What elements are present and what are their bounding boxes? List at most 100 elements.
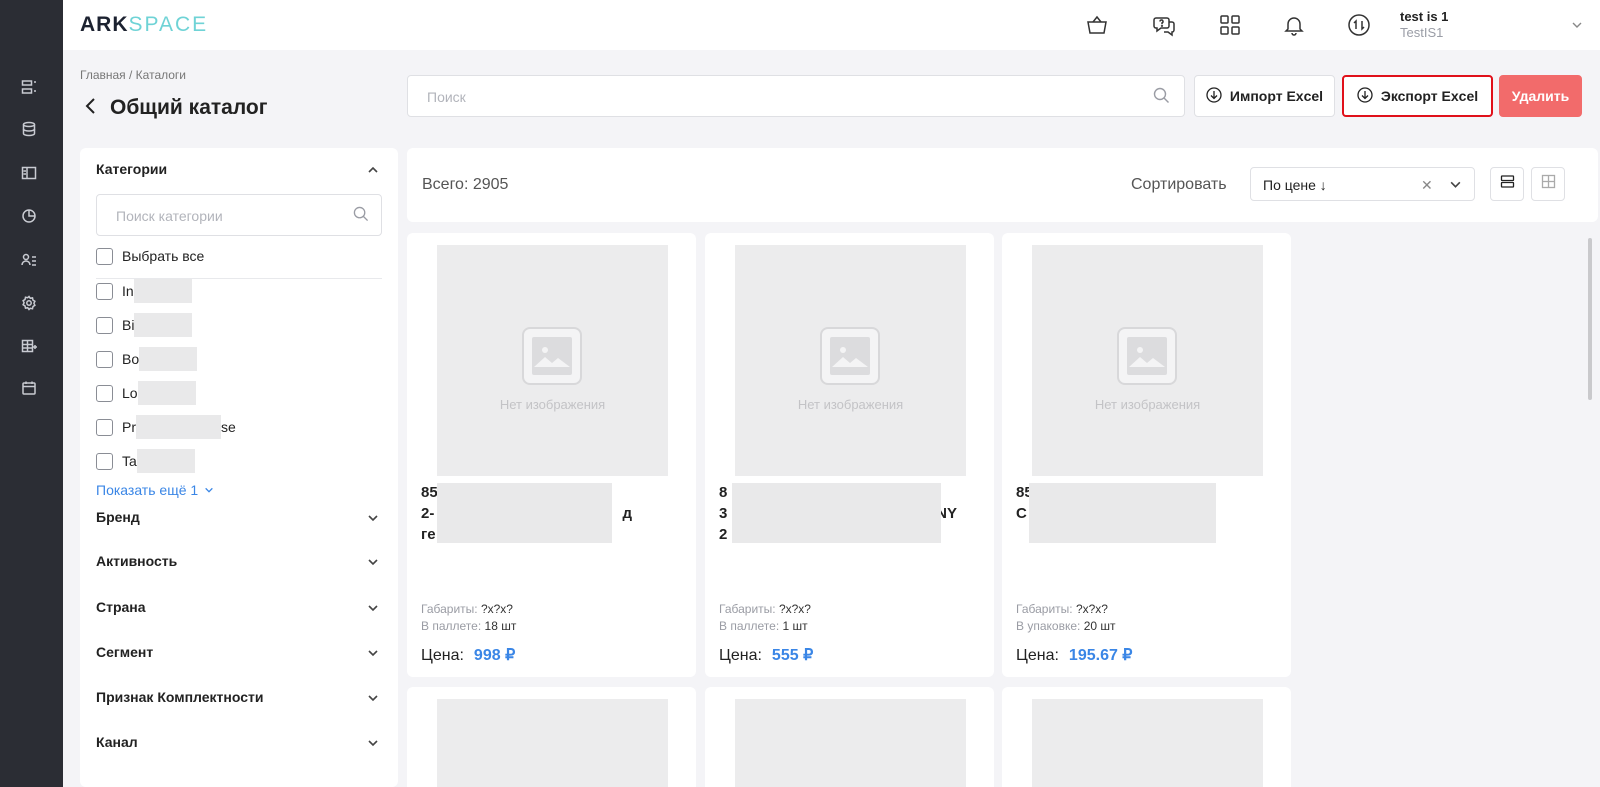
category-item[interactable]: Ta (96, 449, 195, 473)
clear-icon[interactable]: ✕ (1421, 177, 1433, 194)
back-arrow-icon[interactable] (84, 97, 98, 120)
category-search-placeholder: Поиск категории (116, 208, 223, 224)
product-card[interactable] (1002, 687, 1291, 787)
show-more-label: Показать ещё 1 (96, 482, 199, 498)
checkbox[interactable] (96, 384, 113, 402)
analytics-icon[interactable] (19, 206, 39, 226)
top-header: ARKSPACE test is 1 TestIS1 (63, 0, 1600, 50)
dims-value: ?x?x? (1075, 602, 1108, 616)
user-name[interactable]: test is 1 (1400, 9, 1448, 24)
redacted-block (136, 415, 221, 439)
chevron-down-icon[interactable] (367, 511, 381, 525)
category-item-label: Ta (122, 453, 137, 469)
grid-view-icon (1541, 174, 1556, 194)
category-item-label: Pr (122, 419, 136, 435)
chevron-down-icon[interactable] (367, 601, 381, 615)
product-card[interactable]: Нет изображения 8 3 NY 2 Габариты: ?x?x? … (705, 233, 994, 677)
basket-icon[interactable] (1083, 11, 1111, 39)
product-image-placeholder (1032, 699, 1263, 787)
checkbox[interactable] (96, 452, 113, 470)
chevron-down-icon[interactable] (367, 555, 381, 569)
checkbox[interactable] (96, 418, 113, 436)
pack-label: В паллете: (719, 619, 780, 633)
settings-icon[interactable] (19, 293, 39, 313)
import-excel-button[interactable]: Импорт Excel (1194, 75, 1335, 117)
product-image-placeholder (437, 699, 668, 787)
checkbox[interactable] (96, 247, 113, 265)
search-icon[interactable] (353, 206, 369, 227)
show-more-link[interactable]: Показать ещё 1 (96, 482, 214, 498)
scrollbar-thumb[interactable] (1588, 238, 1592, 400)
export-excel-button[interactable]: Экспорт Excel (1342, 75, 1493, 117)
product-name-tail: д (622, 505, 632, 522)
bell-icon[interactable] (1280, 11, 1308, 39)
checkbox[interactable] (96, 282, 113, 300)
help-chat-icon[interactable] (1150, 11, 1178, 39)
sync-icon[interactable] (1345, 11, 1373, 39)
product-image-placeholder (735, 699, 966, 787)
delete-button[interactable]: Удалить (1499, 75, 1582, 117)
chevron-down-icon[interactable] (367, 736, 381, 750)
category-item-suffix: se (221, 419, 236, 435)
category-item[interactable]: Bo (96, 347, 198, 371)
category-item-label: Bo (122, 351, 140, 367)
category-item[interactable]: Pr se (96, 415, 236, 439)
category-search-input[interactable]: Поиск категории (96, 194, 382, 236)
product-card[interactable]: Нет изображения 85 2- д ге Габариты: ?x?x… (407, 233, 696, 677)
catalog-icon[interactable] (19, 163, 39, 183)
category-item[interactable]: Lo (96, 381, 196, 405)
sort-select[interactable]: По цене ↓ ✕ (1250, 167, 1475, 201)
download-circle-icon (1206, 86, 1222, 106)
category-item[interactable]: In (96, 279, 192, 303)
apps-grid-icon[interactable] (1216, 11, 1244, 39)
left-nav-rail (0, 0, 63, 787)
product-name-line: 3 (719, 505, 728, 522)
product-card[interactable]: Нет изображения 85 C Габариты: ?x?x? В у… (1002, 233, 1291, 677)
product-price: Цена: 555 ₽ (719, 645, 813, 665)
calendar-icon[interactable] (19, 378, 39, 398)
category-item[interactable]: Bi (96, 313, 193, 337)
chevron-down-icon[interactable] (1571, 18, 1583, 36)
chevron-up-icon[interactable] (367, 163, 381, 177)
category-item-label: In (122, 283, 134, 299)
dims-label: Габариты: (719, 602, 776, 616)
checkbox[interactable] (96, 316, 113, 334)
dashboard-list-icon[interactable] (19, 77, 39, 97)
product-packing: В упаковке: 20 шт (1016, 619, 1116, 633)
breadcrumb[interactable]: Главная / Каталоги (80, 68, 186, 82)
chevron-down-icon[interactable] (367, 691, 381, 705)
product-name-line: 2- (421, 505, 435, 522)
search-icon[interactable] (1153, 87, 1170, 109)
product-image-placeholder: Нет изображения (735, 245, 966, 476)
filter-brand-header[interactable]: Бренд (96, 509, 140, 525)
filter-segment-header[interactable]: Сегмент (96, 644, 153, 660)
arkspace-logo[interactable]: ARKSPACE (80, 13, 208, 37)
product-packing: В паллете: 18 шт (421, 619, 516, 633)
chevron-down-icon[interactable] (367, 646, 381, 660)
chevron-down-icon[interactable] (1449, 178, 1462, 196)
vertical-scrollbar[interactable] (1587, 232, 1593, 787)
no-image-text: Нет изображения (1094, 397, 1201, 412)
select-all-checkbox[interactable]: Выбрать все (96, 246, 204, 266)
price-value: 195.67 ₽ (1068, 647, 1133, 664)
users-icon[interactable] (19, 250, 39, 270)
filter-activity-header[interactable]: Активность (96, 553, 177, 569)
price-label: Цена: (719, 647, 762, 664)
catalog-search-input[interactable]: Поиск (407, 75, 1185, 117)
list-view-button[interactable] (1490, 167, 1524, 201)
redacted-block (139, 347, 198, 371)
filter-categories-header[interactable]: Категории (96, 161, 167, 177)
filter-completeness-header[interactable]: Признак Комплектности (96, 689, 263, 705)
product-card[interactable] (705, 687, 994, 787)
grid-view-button[interactable] (1531, 167, 1565, 201)
database-icon[interactable] (19, 119, 39, 139)
list-view-icon (1500, 174, 1515, 194)
filter-country-header[interactable]: Страна (96, 599, 146, 615)
product-card[interactable] (407, 687, 696, 787)
product-image-placeholder: Нет изображения (1032, 245, 1263, 476)
table-add-icon[interactable] (19, 336, 39, 356)
pack-label: В упаковке: (1016, 619, 1081, 633)
filter-channel-header[interactable]: Канал (96, 734, 138, 750)
total-count: Всего: 2905 (422, 176, 509, 193)
checkbox[interactable] (96, 350, 113, 368)
